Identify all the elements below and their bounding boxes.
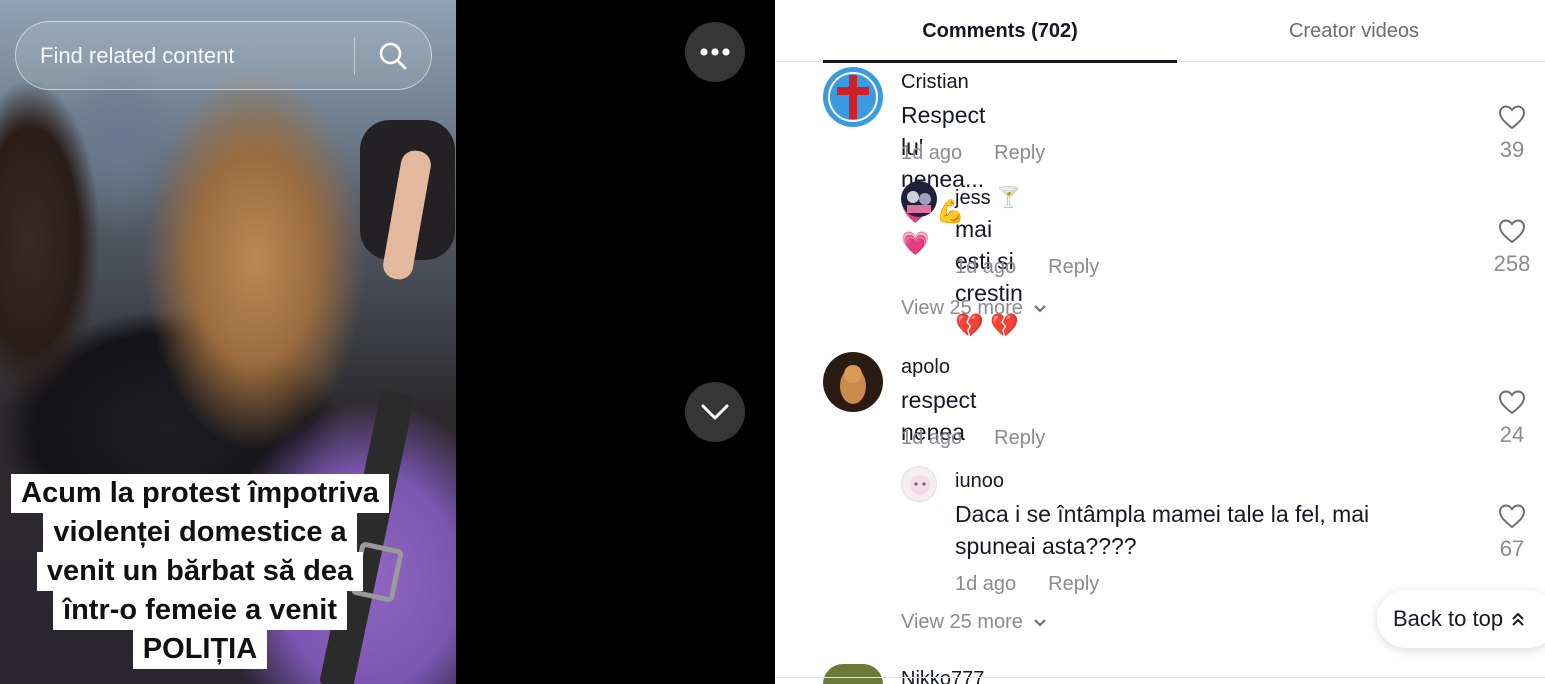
avatar-image	[910, 475, 930, 495]
cat-avatar-image	[840, 365, 866, 404]
comment-username[interactable]: iunoo	[955, 470, 1004, 493]
divider	[775, 677, 1545, 678]
like-button[interactable]: 258	[1487, 218, 1537, 277]
reply-button[interactable]: Reply	[1048, 573, 1099, 595]
comment-meta: 1d ago Reply	[901, 142, 1045, 165]
caption-line: venit un bărbat să dea	[36, 552, 364, 591]
comment-username[interactable]: jess 🍸	[955, 185, 1021, 210]
caption-line: violenței domestice a	[43, 513, 357, 552]
cross-emblem-icon	[828, 72, 878, 122]
comment-username[interactable]: Nikko777	[901, 668, 984, 684]
more-options-button[interactable]	[685, 22, 745, 82]
reply-button[interactable]: Reply	[1048, 256, 1099, 278]
caption-line: într-o femeie a venit	[53, 591, 347, 630]
avatar-image	[907, 191, 931, 213]
avatar[interactable]	[901, 181, 937, 217]
heart-icon	[1498, 105, 1526, 130]
comment-text: Daca i se întâmpla mamei tale la fel, ma…	[955, 501, 1370, 559]
video-frame[interactable]: Find related content Acum la protest împ…	[0, 0, 456, 684]
search-button[interactable]	[355, 22, 431, 89]
tab-comments[interactable]: Comments (702)	[823, 0, 1177, 63]
like-count: 258	[1493, 251, 1531, 276]
heart-icon	[1498, 219, 1526, 244]
heart-icon	[1498, 504, 1526, 529]
comments-panel: Comments (702) Creator videos Cristian R…	[775, 0, 1545, 684]
avatar[interactable]	[823, 664, 883, 684]
avatar[interactable]	[823, 67, 883, 127]
like-count: 67	[1499, 536, 1525, 561]
double-chevron-up-icon	[1512, 612, 1524, 626]
comment-username[interactable]: apolo	[901, 356, 950, 379]
comment-time: 1d ago	[901, 427, 963, 449]
search-input[interactable]: Find related content	[16, 43, 354, 69]
comment-meta: 1d ago Reply	[901, 427, 1045, 450]
back-to-top-label: Back to top	[1393, 606, 1504, 631]
video-panel: Find related content Acum la protest împ…	[0, 0, 775, 684]
reply-button[interactable]: Reply	[994, 427, 1045, 449]
caption-line: Acum la protest împotriva	[11, 474, 389, 513]
comment-meta: 1d ago Reply	[955, 256, 1099, 279]
tab-bar: Comments (702) Creator videos	[775, 0, 1545, 63]
comment-username[interactable]: Cristian	[901, 71, 969, 94]
like-count: 39	[1499, 137, 1525, 162]
comment-time: 1d ago	[955, 573, 1017, 595]
view-more-label: View 25 more	[901, 297, 1023, 319]
avatar[interactable]	[823, 352, 883, 412]
back-to-top-button[interactable]: Back to top	[1377, 590, 1545, 648]
reply-button[interactable]: Reply	[994, 142, 1045, 164]
video-caption: Acum la protest împotriva violenței dome…	[0, 474, 400, 669]
next-video-button[interactable]	[685, 382, 745, 442]
view-more-replies[interactable]: View 25 more	[901, 611, 1047, 634]
heart-icon	[1498, 390, 1526, 415]
tab-creator-videos[interactable]: Creator videos	[1177, 0, 1531, 62]
like-button[interactable]: 24	[1487, 389, 1537, 448]
comment-time: 1d ago	[955, 256, 1017, 278]
avatar[interactable]	[901, 466, 937, 502]
chevron-down-icon	[1034, 619, 1046, 627]
search-icon	[379, 42, 407, 69]
comment-time: 1d ago	[901, 142, 963, 164]
view-more-label: View 25 more	[901, 611, 1023, 633]
like-button[interactable]: 67	[1487, 503, 1537, 562]
view-more-replies[interactable]: View 25 more	[901, 297, 1047, 320]
chevron-down-icon	[1034, 305, 1046, 313]
like-count: 24	[1499, 422, 1525, 447]
related-search-box[interactable]: Find related content	[15, 21, 432, 90]
like-button[interactable]: 39	[1487, 104, 1537, 163]
chevron-down-icon	[701, 404, 729, 420]
more-dots-icon	[700, 48, 730, 56]
caption-line: POLIȚIA	[132, 630, 268, 669]
comment-meta: 1d ago Reply	[955, 573, 1099, 596]
